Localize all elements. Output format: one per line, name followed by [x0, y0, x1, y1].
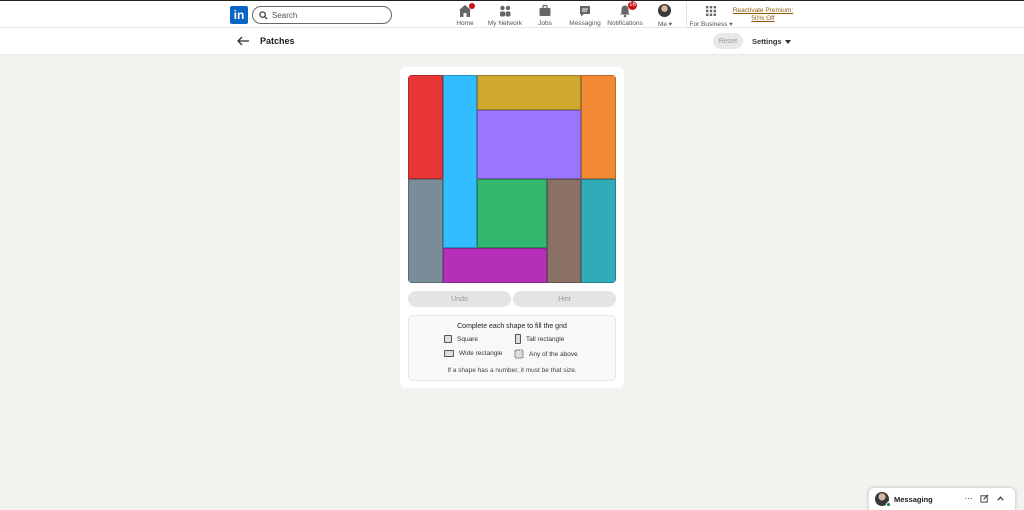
search-bar[interactable]	[252, 6, 392, 24]
back-arrow-icon[interactable]	[236, 34, 250, 48]
rules-title: Complete each shape to fill the grid	[457, 323, 567, 330]
avatar	[658, 4, 671, 17]
grid-icon	[706, 6, 716, 16]
for-business-label: For Business	[689, 21, 728, 28]
patch-cyan[interactable]	[442, 75, 478, 249]
caret-down-icon	[784, 39, 791, 44]
notification-dot	[469, 3, 475, 9]
nav-label: Jobs	[538, 20, 552, 27]
network-icon	[500, 5, 511, 17]
patch-green[interactable]	[477, 179, 547, 249]
search-icon	[259, 10, 268, 20]
legend-wide: Wide rectangle	[444, 350, 502, 357]
patch-purple[interactable]	[477, 109, 582, 179]
premium-line1: Reactivate Premium:	[732, 7, 794, 14]
chevron-up-icon[interactable]	[996, 494, 1005, 503]
square-shape-icon	[444, 335, 452, 343]
legend-any: Any of the above	[514, 349, 578, 359]
legend-tall: Tall rectangle	[515, 334, 564, 344]
patch-teal[interactable]	[581, 179, 616, 283]
premium-line2: 50% Off	[751, 15, 775, 22]
messaging-icon	[580, 6, 590, 17]
chevron-down-icon: ▾	[668, 21, 673, 28]
nav-label: Notifications	[607, 20, 643, 27]
rules-footer: If a shape has a number, it must be that…	[447, 367, 577, 374]
patch-magenta[interactable]	[442, 248, 547, 283]
top-navbar: in Home My Network Jobs Messaging 16 Not…	[0, 0, 1024, 28]
legend-label: Wide rectangle	[459, 350, 503, 357]
nav-for-business[interactable]: For Business ▾	[686, 4, 736, 28]
legend-label: Tall rectangle	[526, 335, 565, 343]
patch-red[interactable]	[408, 75, 443, 179]
patch-gold[interactable]	[477, 75, 582, 110]
patch-brown[interactable]	[546, 179, 582, 283]
online-status-dot	[886, 502, 891, 507]
tall-rectangle-icon	[515, 334, 521, 344]
wide-rectangle-icon	[444, 350, 454, 357]
more-options-icon[interactable]: ⋯	[964, 494, 973, 503]
patch-orange[interactable]	[581, 75, 616, 179]
rules-panel: Complete each shape to fill the grid Squ…	[408, 315, 616, 381]
briefcase-icon	[539, 4, 551, 16]
any-shape-icon	[514, 349, 524, 359]
notification-count-badge: 16	[628, 1, 637, 10]
reset-button[interactable]: Reset	[713, 33, 743, 49]
nav-label: Messaging	[569, 20, 601, 27]
search-input[interactable]	[272, 10, 382, 20]
nav-label: My Network	[487, 20, 523, 27]
settings-dropdown[interactable]: Settings	[752, 37, 791, 46]
legend-label: Square	[457, 335, 478, 343]
nav-label: For Business ▾	[689, 20, 732, 28]
page-title: Patches	[260, 36, 295, 46]
legend-label: Any of the above	[529, 350, 578, 358]
game-card: Undo Hint Complete each shape to fill th…	[400, 67, 624, 388]
me-label: Me	[657, 21, 667, 28]
patch-slate[interactable]	[408, 179, 443, 283]
hint-button[interactable]: Hint	[513, 291, 616, 307]
settings-label: Settings	[752, 37, 782, 46]
nav-me[interactable]: Me ▾	[640, 4, 690, 28]
compose-icon[interactable]	[980, 494, 989, 503]
game-header: Patches Reset Settings	[0, 28, 1024, 55]
undo-button[interactable]: Undo	[408, 291, 511, 307]
puzzle-board[interactable]	[408, 75, 616, 283]
nav-label: Home	[456, 20, 474, 27]
legend-square: Square	[444, 335, 478, 343]
linkedin-logo[interactable]: in	[230, 6, 248, 24]
nav-label: Me ▾	[658, 20, 672, 28]
messaging-dock[interactable]: Messaging ⋯	[868, 487, 1016, 510]
messaging-label: Messaging	[894, 495, 933, 504]
reactivate-premium-link[interactable]: Reactivate Premium: 50% Off	[732, 7, 794, 23]
